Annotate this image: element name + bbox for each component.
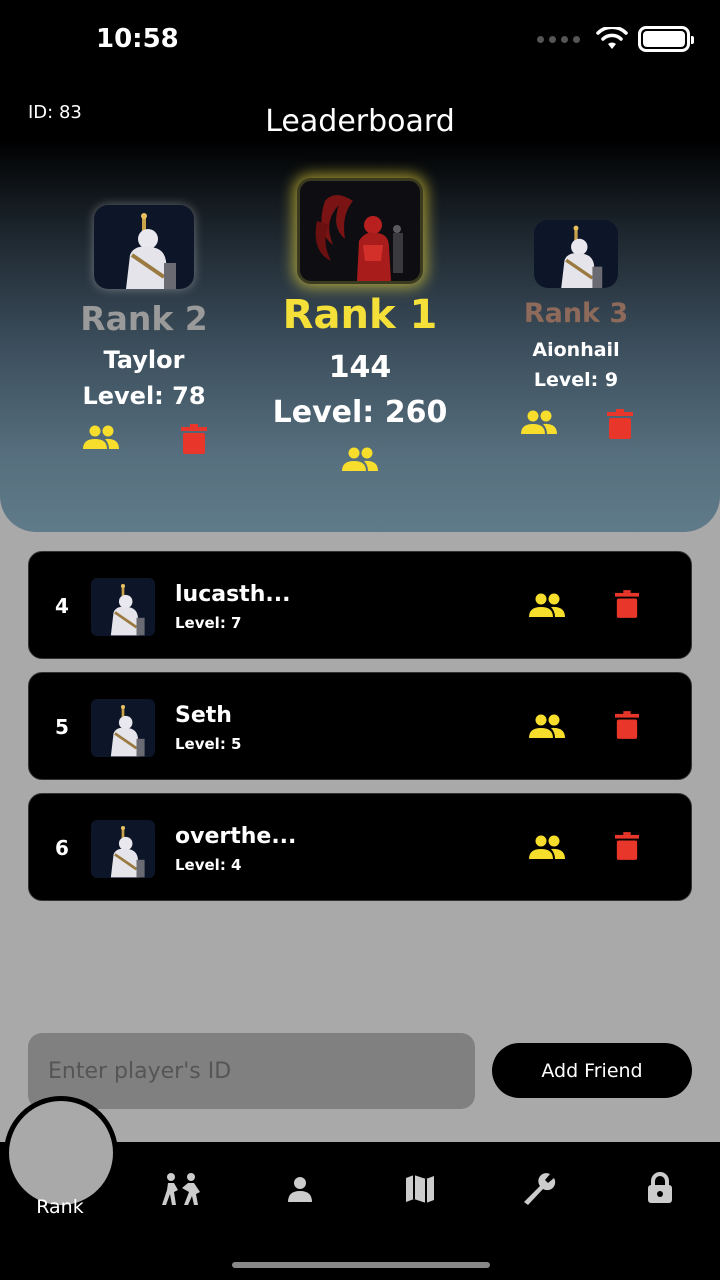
status-time: 10:58	[96, 24, 179, 54]
friends-icon[interactable]	[81, 424, 121, 450]
rank-3-name: Aionhail	[532, 339, 620, 361]
player-id-input[interactable]	[28, 1033, 475, 1109]
podium-rank-3: Rank 3 Aionhail Level: 9	[498, 220, 654, 439]
tab-profile-icon[interactable]	[286, 1176, 314, 1202]
tab-rank[interactable]	[4, 1096, 118, 1210]
rank-3-actions	[498, 409, 654, 439]
rank-3-label: Rank 3	[523, 298, 629, 329]
delete-icon[interactable]	[615, 590, 639, 618]
demon-avatar-icon	[315, 195, 403, 281]
avatar	[94, 205, 194, 289]
tab-rank-label: Rank	[36, 1196, 84, 1218]
knight-avatar-icon	[126, 213, 176, 289]
add-friend-button[interactable]: Add Friend	[492, 1043, 692, 1098]
rank-1-actions	[250, 446, 470, 472]
wifi-icon	[596, 27, 628, 49]
tab-map-icon[interactable]	[404, 1174, 436, 1204]
friends-icon[interactable]	[340, 446, 380, 472]
avatar	[91, 578, 155, 636]
podium-rank-1: Rank 1 144 Level: 260	[250, 178, 470, 472]
list-item: 5 Seth Level: 5	[28, 672, 692, 780]
tab-lock-icon[interactable]	[646, 1172, 674, 1204]
list-item: 4 lucasth... Level: 7	[28, 551, 692, 659]
tab-battle-icon[interactable]	[160, 1172, 204, 1206]
rank-number: 4	[55, 594, 69, 618]
rank-2-level: Level: 78	[82, 382, 206, 410]
status-icons	[537, 26, 694, 52]
list-item: 6 overthe... Level: 4	[28, 793, 692, 901]
delete-icon[interactable]	[181, 424, 207, 454]
rank-number: 5	[55, 715, 69, 739]
delete-icon[interactable]	[615, 711, 639, 739]
player-name: overthe...	[175, 824, 297, 849]
rank-2-label: Rank 2	[80, 299, 208, 338]
friends-icon[interactable]	[527, 713, 567, 739]
rank-3-level: Level: 9	[533, 369, 619, 391]
rank-1-score: 144	[328, 350, 392, 385]
friends-icon[interactable]	[519, 409, 559, 435]
home-indicator	[232, 1262, 490, 1268]
knight-avatar-icon	[110, 826, 145, 878]
page-title: Leaderboard	[265, 104, 455, 139]
avatar	[91, 699, 155, 757]
rank-2-name: Taylor	[103, 346, 185, 374]
friends-icon[interactable]	[527, 592, 567, 618]
rank-2-actions	[44, 424, 244, 454]
player-level: Level: 5	[175, 735, 242, 753]
avatar	[91, 820, 155, 878]
friends-icon[interactable]	[527, 834, 567, 860]
cellular-signal-icon	[537, 35, 580, 43]
avatar	[534, 220, 618, 288]
rank-number: 6	[55, 836, 69, 860]
rank-1-label: Rank 1	[282, 292, 438, 338]
player-name: Seth	[175, 703, 232, 728]
avatar	[297, 178, 423, 284]
delete-icon[interactable]	[607, 409, 633, 439]
delete-icon[interactable]	[615, 832, 639, 860]
player-name: lucasth...	[175, 582, 291, 607]
knight-avatar-icon	[110, 584, 145, 636]
player-level: Level: 4	[175, 856, 242, 874]
rank-1-level: Level: 260	[272, 395, 448, 430]
tab-settings-wrench-icon[interactable]	[520, 1172, 558, 1206]
knight-avatar-icon	[561, 225, 603, 288]
podium-rank-2: Rank 2 Taylor Level: 78	[44, 205, 244, 454]
player-level: Level: 7	[175, 614, 242, 632]
knight-avatar-icon	[110, 705, 145, 757]
battery-icon	[638, 26, 694, 52]
